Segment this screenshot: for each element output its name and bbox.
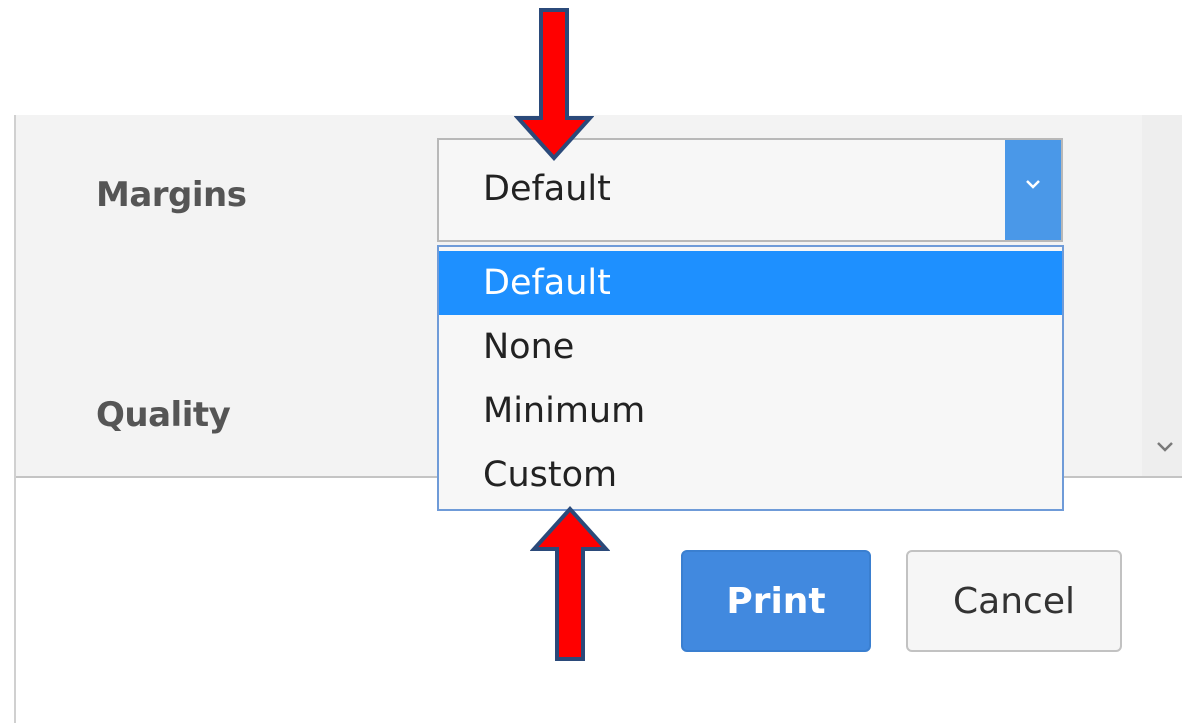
cancel-button[interactable]: Cancel — [906, 550, 1122, 652]
quality-label: Quality — [96, 395, 231, 435]
arrow-icon — [530, 506, 610, 661]
margins-option-custom[interactable]: Custom — [439, 443, 1062, 507]
arrow-icon — [514, 8, 594, 161]
margins-label: Margins — [96, 175, 247, 215]
margins-option-minimum[interactable]: Minimum — [439, 379, 1062, 443]
margins-select-toggle[interactable] — [1005, 140, 1061, 240]
scroll-track[interactable] — [1142, 115, 1182, 477]
chevron-down-icon[interactable] — [1156, 440, 1174, 454]
margins-select-value: Default — [483, 169, 611, 209]
margins-option-default[interactable]: Default — [439, 251, 1062, 315]
chevron-down-icon — [1026, 180, 1040, 189]
margins-dropdown-list: Default None Minimum Custom — [437, 245, 1064, 511]
print-button[interactable]: Print — [681, 550, 871, 652]
margins-option-none[interactable]: None — [439, 315, 1062, 379]
